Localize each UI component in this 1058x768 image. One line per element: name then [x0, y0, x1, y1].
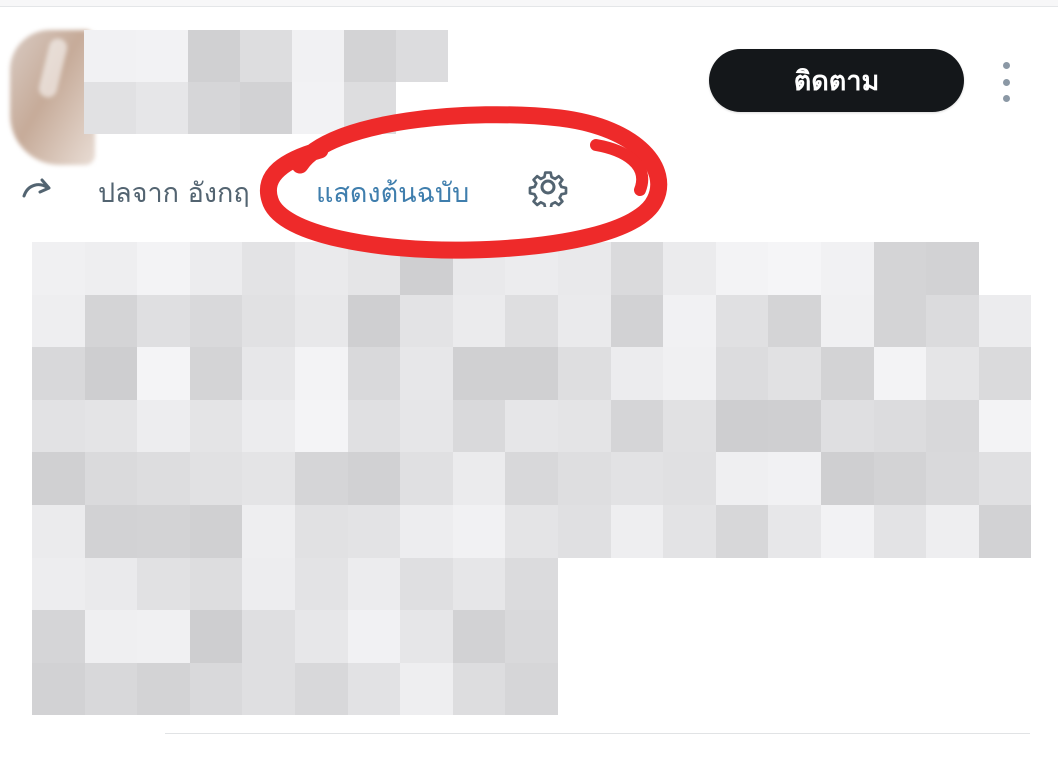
translated-from-label: ปลจาก อังกฤ: [98, 178, 250, 209]
gear-icon[interactable]: [528, 167, 568, 207]
bottom-divider: [165, 733, 1030, 734]
blurred-username: [84, 30, 448, 134]
more-options-icon[interactable]: [990, 62, 1022, 102]
avatar[interactable]: [10, 30, 95, 165]
globe-icon: [22, 178, 51, 198]
top-divider: [0, 0, 1058, 7]
show-original-link[interactable]: แสดงต้นฉบับ: [316, 171, 469, 214]
translation-notice: ปลจาก อังกฤ แสดงต้นฉบับ: [0, 160, 700, 220]
follow-button[interactable]: ติดตาม: [709, 49, 964, 112]
blurred-post-content: [32, 242, 1032, 716]
follow-button-label: ติดตาม: [793, 66, 880, 97]
